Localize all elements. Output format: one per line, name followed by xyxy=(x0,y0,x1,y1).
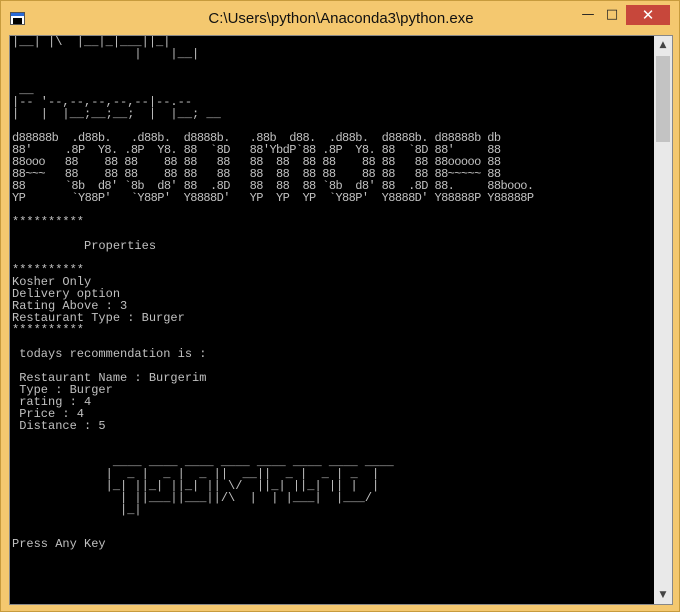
banner-footer: ____ ____ ____ ____ ____ ____ ____ ____ … xyxy=(105,455,394,517)
scroll-thumb[interactable] xyxy=(656,56,670,142)
vertical-scrollbar[interactable]: ▲ ▼ xyxy=(654,36,672,604)
console-output: |__| |\ |__|_|___||_| | |__| __ |-- '--,… xyxy=(12,36,652,604)
maximize-button[interactable]: □ xyxy=(600,5,624,25)
console-window: C:\Users\python\Anaconda3\python.exe — □… xyxy=(0,0,680,612)
scroll-up-arrow-icon[interactable]: ▲ xyxy=(654,36,672,54)
minimize-button[interactable]: — xyxy=(576,5,600,25)
banner-presents: __ |-- '--,--,--,--,--|--.-- | | |__;__;… xyxy=(12,83,221,121)
press-any-key-prompt: Press Any Key xyxy=(12,537,106,551)
console-area[interactable]: |__| |\ |__|_|___||_| | |__| __ |-- '--,… xyxy=(9,35,673,605)
title-bar[interactable]: C:\Users\python\Anaconda3\python.exe — □… xyxy=(1,1,680,35)
close-button[interactable]: ✕ xyxy=(626,5,670,25)
scroll-down-arrow-icon[interactable]: ▼ xyxy=(654,586,672,604)
console-body-text: ********** Properties ********** Kosher … xyxy=(12,215,207,433)
banner-top-remnant: |__| |\ |__|_|___||_| | |__| xyxy=(12,36,200,61)
banner-foodie-moe: d88888b .d88b. .d88b. d8888b. .88b d88. … xyxy=(12,131,534,205)
